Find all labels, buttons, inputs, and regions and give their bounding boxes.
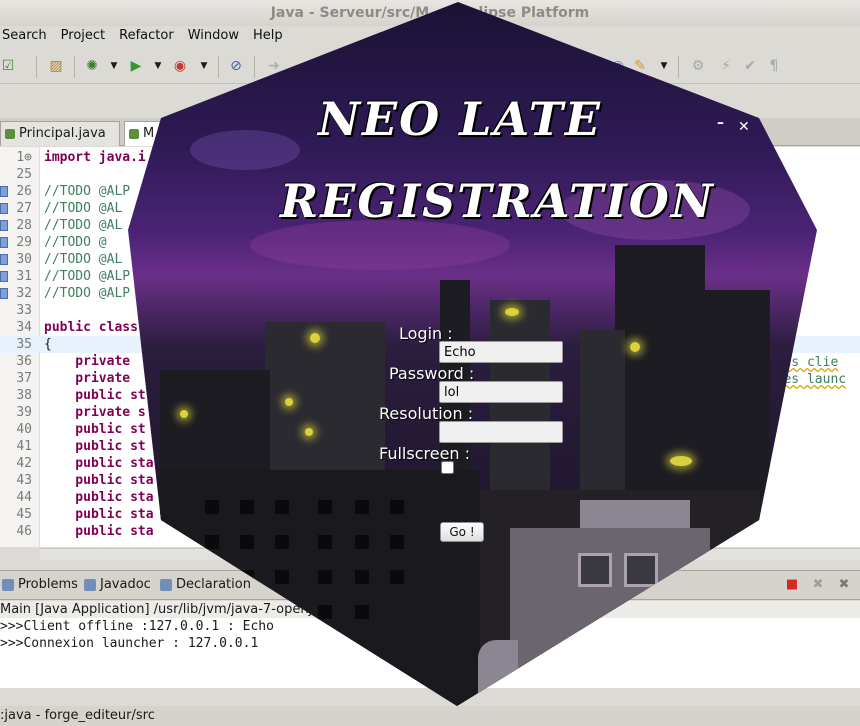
line-number: 1⊕ [16, 150, 32, 165]
code-text: //TODO @AL [44, 252, 123, 267]
line-number: 37 [16, 371, 32, 386]
line-number: 45 [16, 507, 32, 522]
close-button[interactable]: ✕ [738, 120, 750, 134]
code-text: //TODO @ALP [44, 184, 131, 199]
task-marker-icon[interactable] [0, 254, 8, 265]
line-number: 35 [16, 337, 32, 352]
mark-icon[interactable]: ✔ [742, 58, 758, 74]
line-number: 43 [16, 473, 32, 488]
menu-project[interactable]: Project [61, 28, 105, 43]
cloud [190, 130, 300, 170]
resolution-input[interactable] [439, 421, 563, 443]
code-text: { [44, 337, 52, 352]
code-text: private [44, 371, 131, 386]
tab-javadoc[interactable]: Javadoc [82, 577, 151, 592]
line-number: 38 [16, 388, 32, 403]
run-icon[interactable]: ▶ [128, 58, 144, 74]
remove-all-icon[interactable]: ✖ [836, 577, 852, 593]
external-tools-icon[interactable]: ◉ [172, 58, 188, 74]
window-light [305, 428, 313, 436]
code-text: public sta [44, 507, 154, 522]
code-text: //TODO @ALP [44, 269, 131, 284]
code-text: //TODO @ [44, 235, 107, 250]
menu-help[interactable]: Help [253, 28, 283, 43]
window-light [670, 456, 692, 466]
tab-principal-java[interactable]: Principal.java [0, 121, 120, 146]
tab-label: Principal.java [19, 126, 106, 141]
flash-icon[interactable]: ⚡ [718, 58, 734, 74]
pin-icon[interactable]: ⊘ [228, 58, 244, 74]
fullscreen-label: Fullscreen : [379, 444, 471, 463]
window-light [505, 308, 519, 316]
code-text: public sta [44, 524, 154, 539]
window-light [630, 342, 640, 352]
line-number: 44 [16, 490, 32, 505]
status-bar: :java - forge_editeur/src [0, 706, 860, 726]
line-number: 41 [16, 439, 32, 454]
code-text: //TODO @ALP [44, 286, 131, 301]
line-number: 25 [16, 167, 32, 182]
line-number: 39 [16, 405, 32, 420]
debug-dropdown-icon[interactable]: ▼ [106, 58, 122, 74]
code-text: private [44, 354, 131, 369]
task-marker-icon[interactable] [0, 288, 8, 299]
window-light [310, 333, 320, 343]
task-marker-icon[interactable] [0, 203, 8, 214]
pilcrow-icon[interactable]: ¶ [766, 58, 782, 74]
line-number: 40 [16, 422, 32, 437]
code-text: //TODO @AL [44, 201, 123, 216]
code-text: public sta [44, 456, 154, 471]
search-tool-icon[interactable]: ⚙ [690, 58, 706, 74]
tab-declaration[interactable]: Declaration [158, 577, 251, 592]
new-package-icon[interactable]: ▨ [48, 58, 64, 74]
launcher-title-line2: REGISTRATION [280, 174, 715, 228]
line-number: 36 [16, 354, 32, 369]
launcher-title-line1: NEO LATE [317, 92, 602, 146]
tab-label: M [143, 126, 155, 141]
line-number: 33 [16, 303, 32, 318]
pipe [478, 640, 518, 700]
console-actions: ■ ✖ ✖ [784, 577, 852, 593]
water-tower-top [580, 500, 690, 530]
code-text: public sta [44, 490, 154, 505]
checkbox-icon[interactable]: ☑ [0, 58, 16, 74]
login-input[interactable] [439, 341, 563, 363]
external-tools-dropdown-icon[interactable]: ▼ [196, 58, 212, 74]
task-marker-icon[interactable] [0, 271, 8, 282]
minimize-button[interactable]: – [717, 116, 724, 130]
console-line: >>>Connexion launcher : 127.0.0.1 [0, 636, 259, 651]
console-line: >>>Client offline :127.0.0.1 : Echo [0, 619, 274, 634]
line-number: 34 [16, 320, 32, 335]
tab-problems[interactable]: Problems [0, 577, 78, 592]
task-marker-icon[interactable] [0, 237, 8, 248]
task-marker-icon[interactable] [0, 220, 8, 231]
code-text: public st [44, 439, 146, 454]
run-dropdown-icon[interactable]: ▼ [150, 58, 166, 74]
password-input[interactable] [439, 381, 563, 403]
remove-launch-icon[interactable]: ✖ [810, 577, 826, 593]
next-annotation-icon[interactable]: ➜ [266, 58, 282, 74]
task-marker-icon[interactable] [0, 186, 8, 197]
code-text: public class [44, 320, 138, 335]
line-number: 42 [16, 456, 32, 471]
code-text: private s [44, 405, 146, 420]
menu-refactor[interactable]: Refactor [119, 28, 174, 43]
code-text: public st [44, 422, 146, 437]
terminate-icon[interactable]: ■ [784, 577, 800, 593]
code-text: public sta [44, 473, 154, 488]
menu-window[interactable]: Window [188, 28, 239, 43]
debug-icon[interactable]: ✺ [84, 58, 100, 74]
menu-search[interactable]: Search [2, 28, 47, 43]
fullscreen-checkbox[interactable] [441, 461, 454, 474]
go-button[interactable]: Go ! [440, 522, 484, 542]
code-text: import java.i [44, 150, 146, 165]
window-light [180, 410, 188, 418]
line-number: 46 [16, 524, 32, 539]
brush-dropdown-icon[interactable]: ▼ [656, 58, 672, 74]
code-text: //TODO @AL [44, 218, 123, 233]
code-text: public st [44, 388, 146, 403]
window-light [285, 398, 293, 406]
